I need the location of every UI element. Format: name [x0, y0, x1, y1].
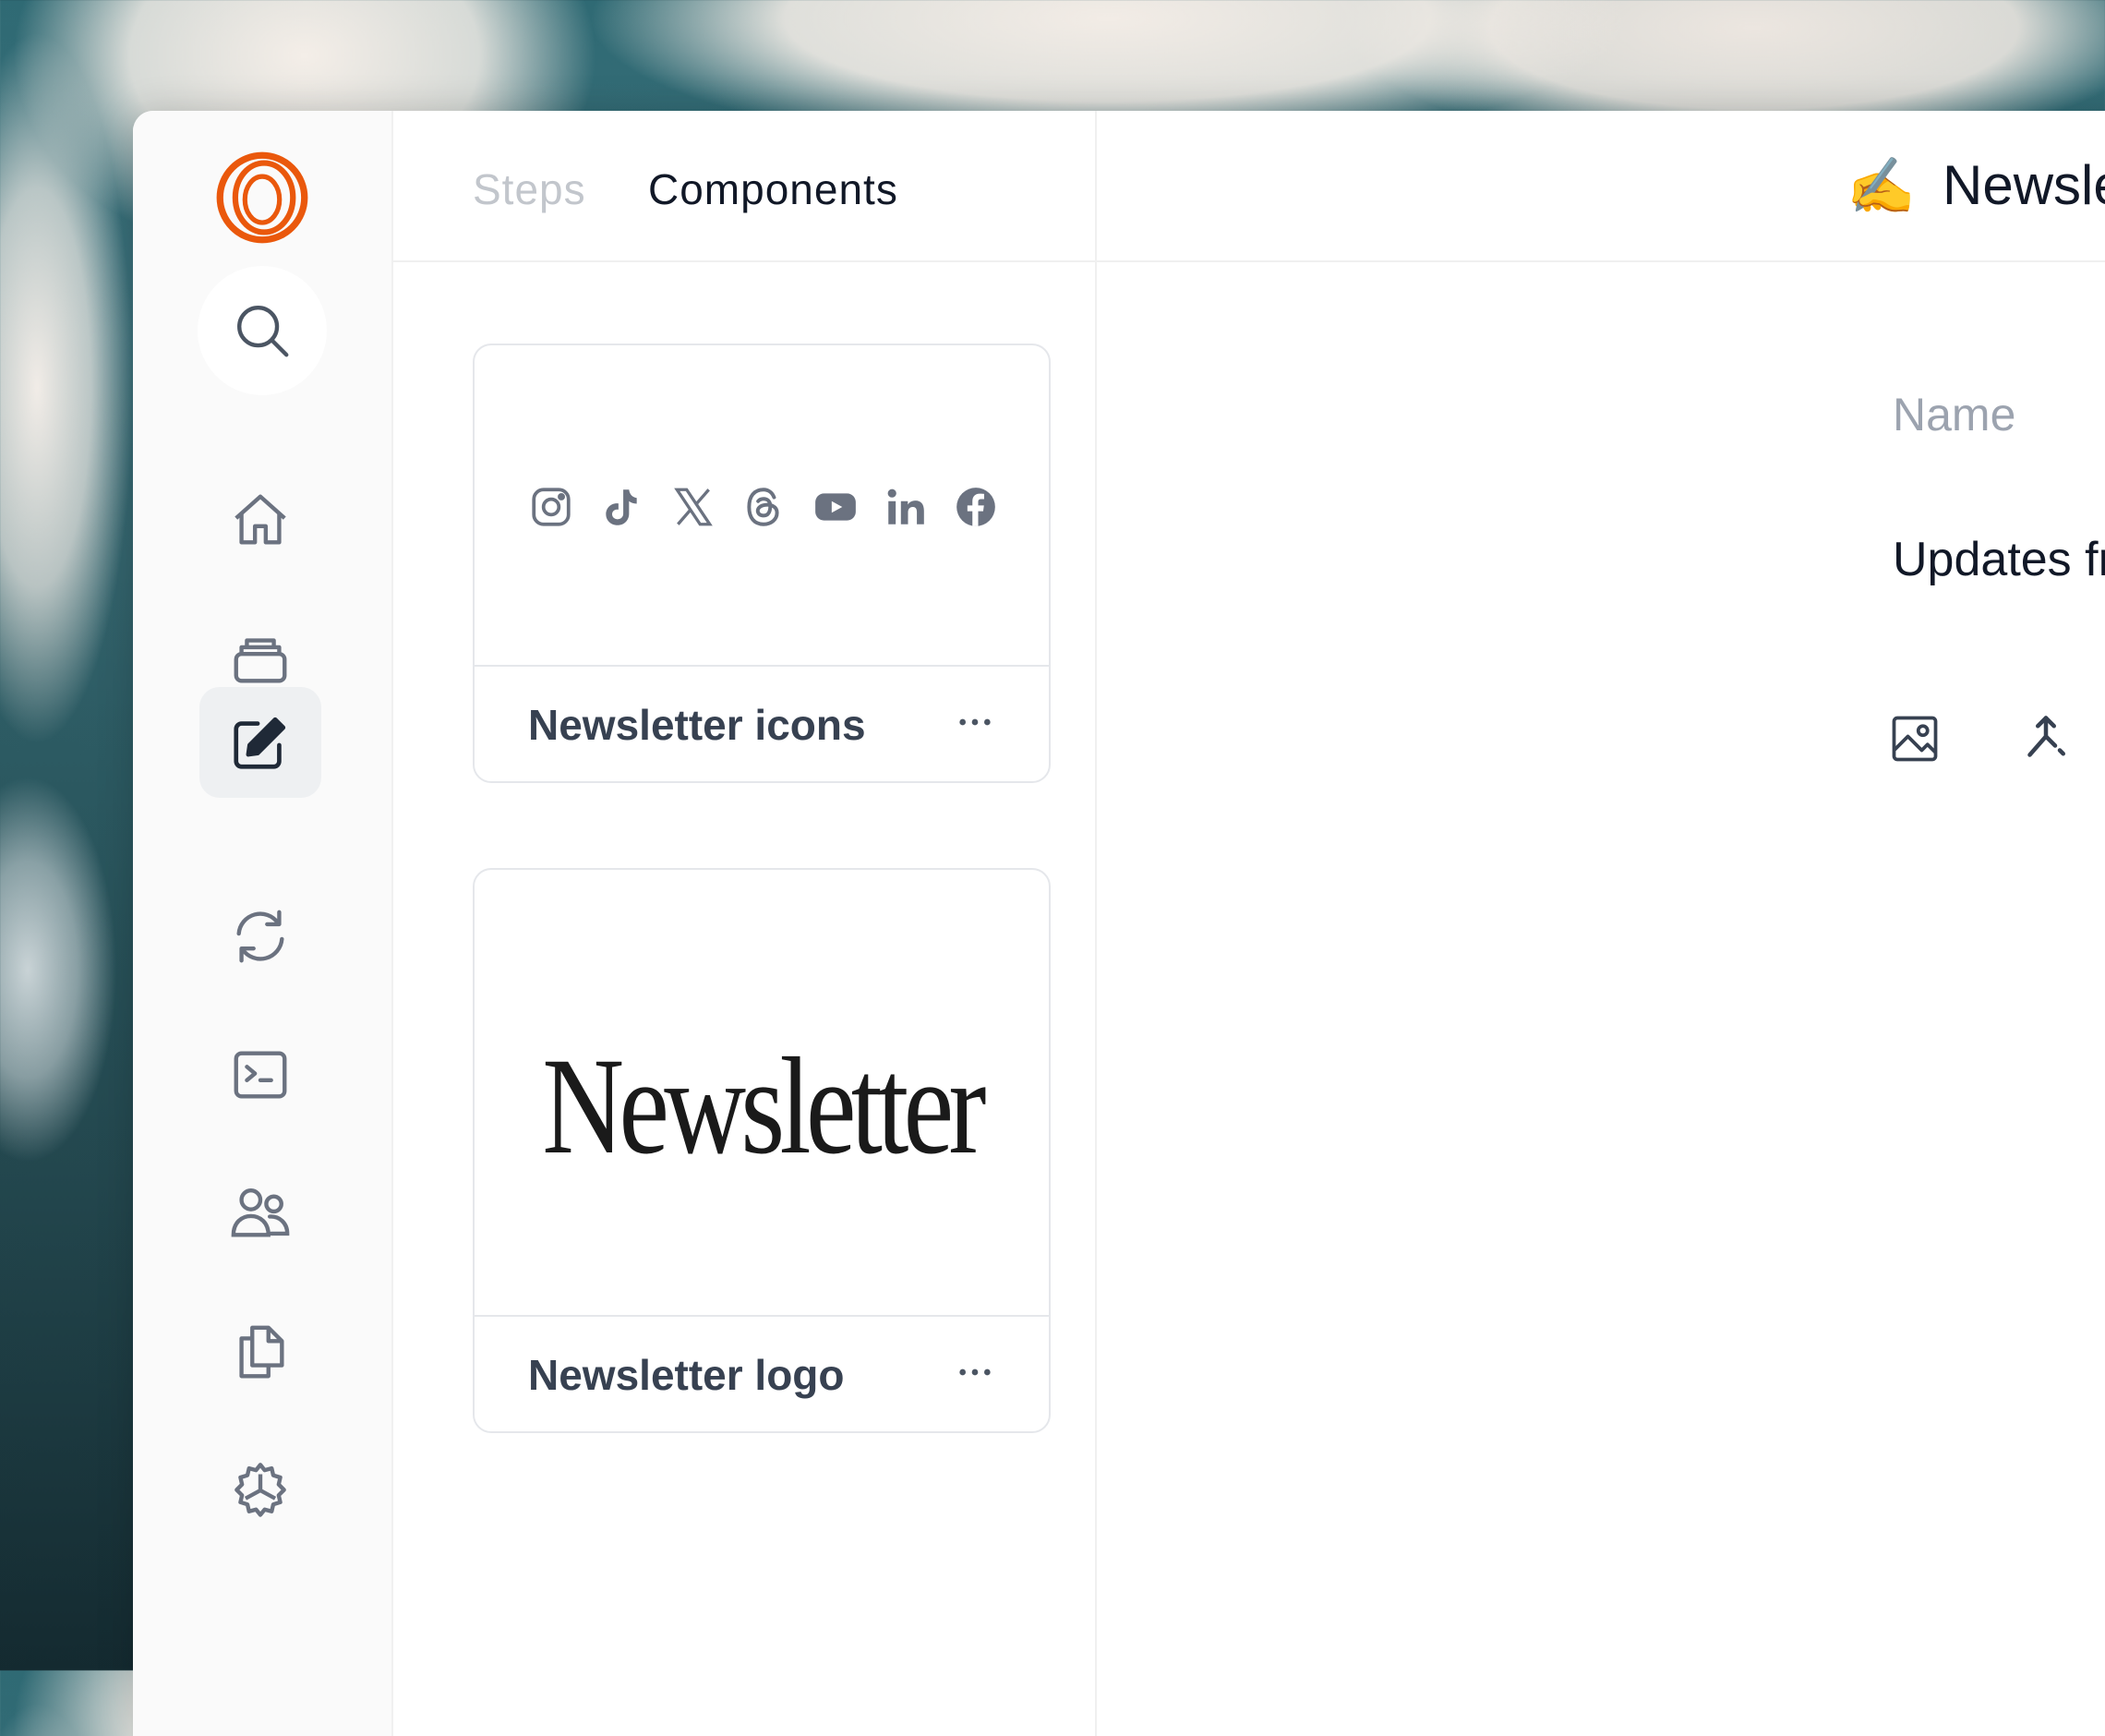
tab-components[interactable]: Components [648, 164, 898, 214]
app-logo[interactable] [214, 150, 310, 246]
threads-icon [747, 488, 779, 526]
card-title: Newsletter logo [528, 1351, 845, 1399]
linkedin-icon [887, 488, 924, 524]
sidebar-item-documents[interactable] [199, 1296, 321, 1407]
column-header-name: Name [1893, 389, 2016, 440]
component-card-newsletter-logo[interactable]: Newsletter Newsletter logo [473, 868, 1051, 1433]
facebook-icon [956, 488, 995, 526]
card-footer: Newsletter icons [475, 667, 1049, 781]
newsletter-wordmark: Newsletter [542, 1030, 986, 1183]
terminal-icon [234, 1051, 287, 1099]
tab-steps[interactable]: Steps [473, 164, 586, 214]
refresh-icon [236, 910, 284, 963]
main-header: ✍️ Newslet [1097, 111, 2105, 262]
more-options-icon[interactable] [956, 1354, 993, 1391]
card-preview [475, 345, 1049, 667]
sidebar-item-search[interactable] [198, 266, 327, 395]
edit-icon [234, 717, 286, 769]
image-icon[interactable] [1887, 711, 1943, 766]
more-options-icon[interactable] [956, 704, 993, 741]
settings-icon [235, 1463, 286, 1517]
documents-icon [239, 1325, 284, 1379]
app-window: Steps Components Newsletter icons Newsle… [133, 111, 2105, 1736]
card-title: Newsletter icons [528, 701, 866, 749]
card-preview: Newsletter [475, 870, 1049, 1317]
users-icon [231, 1188, 290, 1237]
sidebar-item-terminal[interactable] [199, 1019, 321, 1130]
page-title: Newslet [1943, 154, 2105, 216]
sidebar [133, 111, 393, 1736]
sidebar-item-settings[interactable] [199, 1435, 321, 1546]
merge-icon[interactable] [2018, 711, 2074, 766]
sidebar-item-users[interactable] [199, 1158, 321, 1269]
name-field-value[interactable]: Updates fron [1893, 532, 2105, 587]
x-icon [674, 488, 713, 526]
instagram-icon [532, 488, 571, 526]
components-panel: Steps Components Newsletter icons Newsle… [393, 111, 1097, 1736]
archive-icon [234, 638, 287, 683]
search-icon [237, 306, 289, 357]
main-content: ✍️ Newslet Name S Updates fron [1097, 111, 2105, 1736]
sidebar-item-edit[interactable] [199, 687, 321, 798]
home-icon [235, 494, 286, 545]
sidebar-item-sync[interactable] [199, 881, 321, 992]
youtube-icon [815, 493, 856, 521]
sidebar-item-home[interactable] [199, 465, 321, 576]
card-footer: Newsletter logo [475, 1317, 1049, 1431]
writing-hand-icon: ✍️ [1846, 155, 1916, 217]
tiktok-icon [606, 489, 637, 525]
panel-tabs: Steps Components [393, 111, 1095, 262]
component-card-newsletter-icons[interactable]: Newsletter icons [473, 344, 1051, 783]
